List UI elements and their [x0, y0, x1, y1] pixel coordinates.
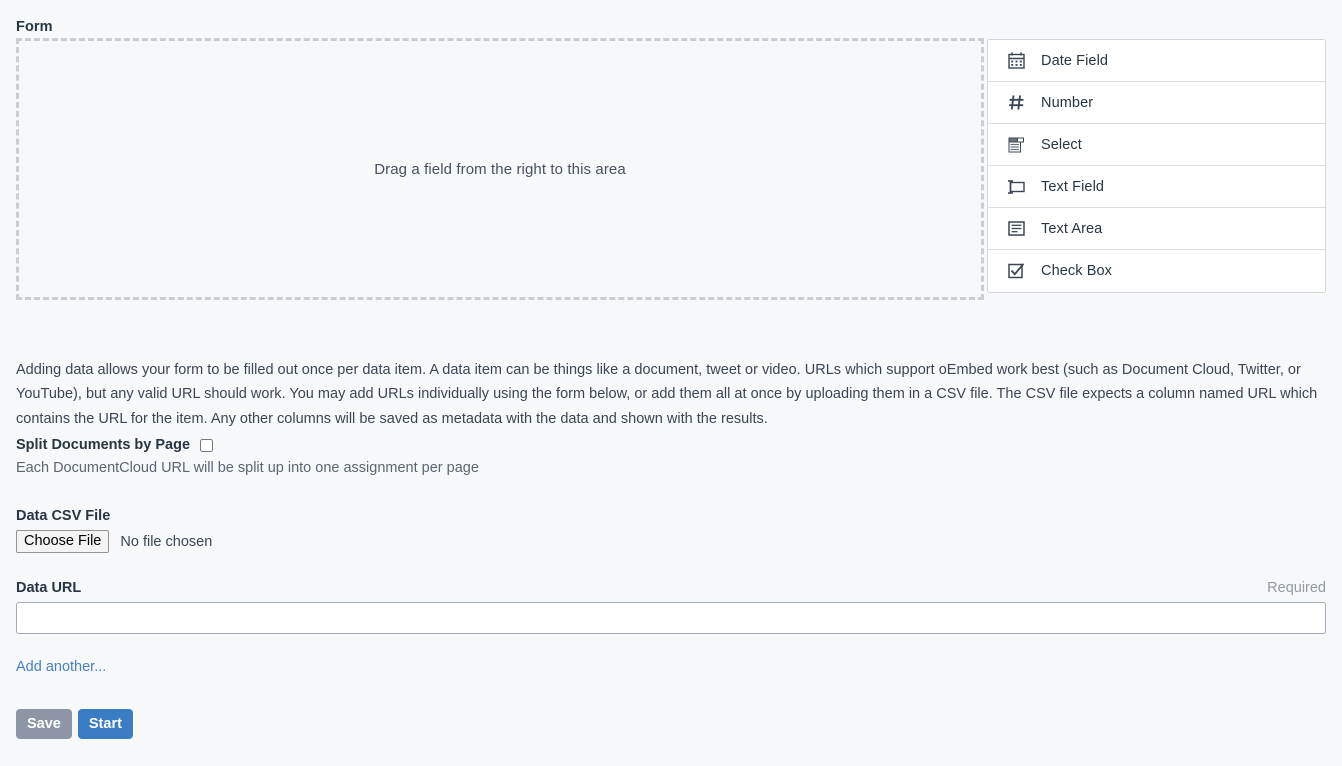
palette-item-text-area[interactable]: Text Area — [988, 208, 1325, 250]
palette-item-select[interactable]: Select — [988, 124, 1325, 166]
palette-item-label: Text Field — [1041, 178, 1105, 195]
add-another-link[interactable]: Add another... — [16, 659, 106, 675]
text-input-icon — [1005, 177, 1027, 197]
save-button[interactable]: Save — [16, 709, 72, 739]
choose-file-button[interactable]: Choose File — [16, 530, 110, 553]
data-url-required-badge: Required — [1267, 580, 1326, 596]
field-type-palette: Date Field Number Select Text Field Text… — [987, 39, 1326, 293]
csv-file-status-text: No file chosen — [120, 533, 213, 550]
form-builder-page: Form Drag a field from the right to this… — [0, 0, 1342, 766]
palette-item-check-box[interactable]: Check Box — [988, 250, 1325, 292]
hash-icon — [1005, 93, 1027, 113]
data-description-text: Adding data allows your form to be fille… — [16, 361, 1318, 427]
dropzone-placeholder-text: Drag a field from the right to this area — [374, 160, 626, 178]
split-documents-label: Split Documents by Page — [16, 437, 191, 453]
palette-item-label: Select — [1041, 136, 1082, 153]
start-button[interactable]: Start — [77, 709, 133, 739]
text-area-icon — [1005, 219, 1027, 239]
palette-item-label: Check Box — [1041, 263, 1113, 279]
checked-box-icon — [1005, 261, 1027, 281]
split-documents-row: Split Documents by Page — [16, 437, 214, 453]
data-url-label: Data URL — [16, 580, 82, 596]
palette-item-date-field[interactable]: Date Field — [988, 40, 1325, 82]
palette-item-label: Date Field — [1041, 52, 1109, 69]
form-actions: Save Start — [16, 709, 133, 739]
palette-item-text-field[interactable]: Text Field — [988, 166, 1325, 208]
form-field-dropzone[interactable]: Drag a field from the right to this area — [16, 38, 984, 300]
csv-file-label: Data CSV File — [16, 508, 111, 524]
palette-item-label: Text Area — [1041, 220, 1103, 237]
split-documents-help-text: Each DocumentCloud URL will be split up … — [16, 460, 479, 476]
palette-item-label: Number — [1041, 94, 1094, 111]
form-section-label: Form — [16, 19, 53, 35]
calendar-icon — [1005, 51, 1027, 71]
palette-item-number[interactable]: Number — [988, 82, 1325, 124]
data-url-input[interactable] — [16, 602, 1326, 634]
split-documents-checkbox[interactable] — [200, 438, 214, 452]
dropdown-list-icon — [1005, 135, 1027, 155]
csv-file-row: Choose File No file chosen — [16, 530, 212, 553]
